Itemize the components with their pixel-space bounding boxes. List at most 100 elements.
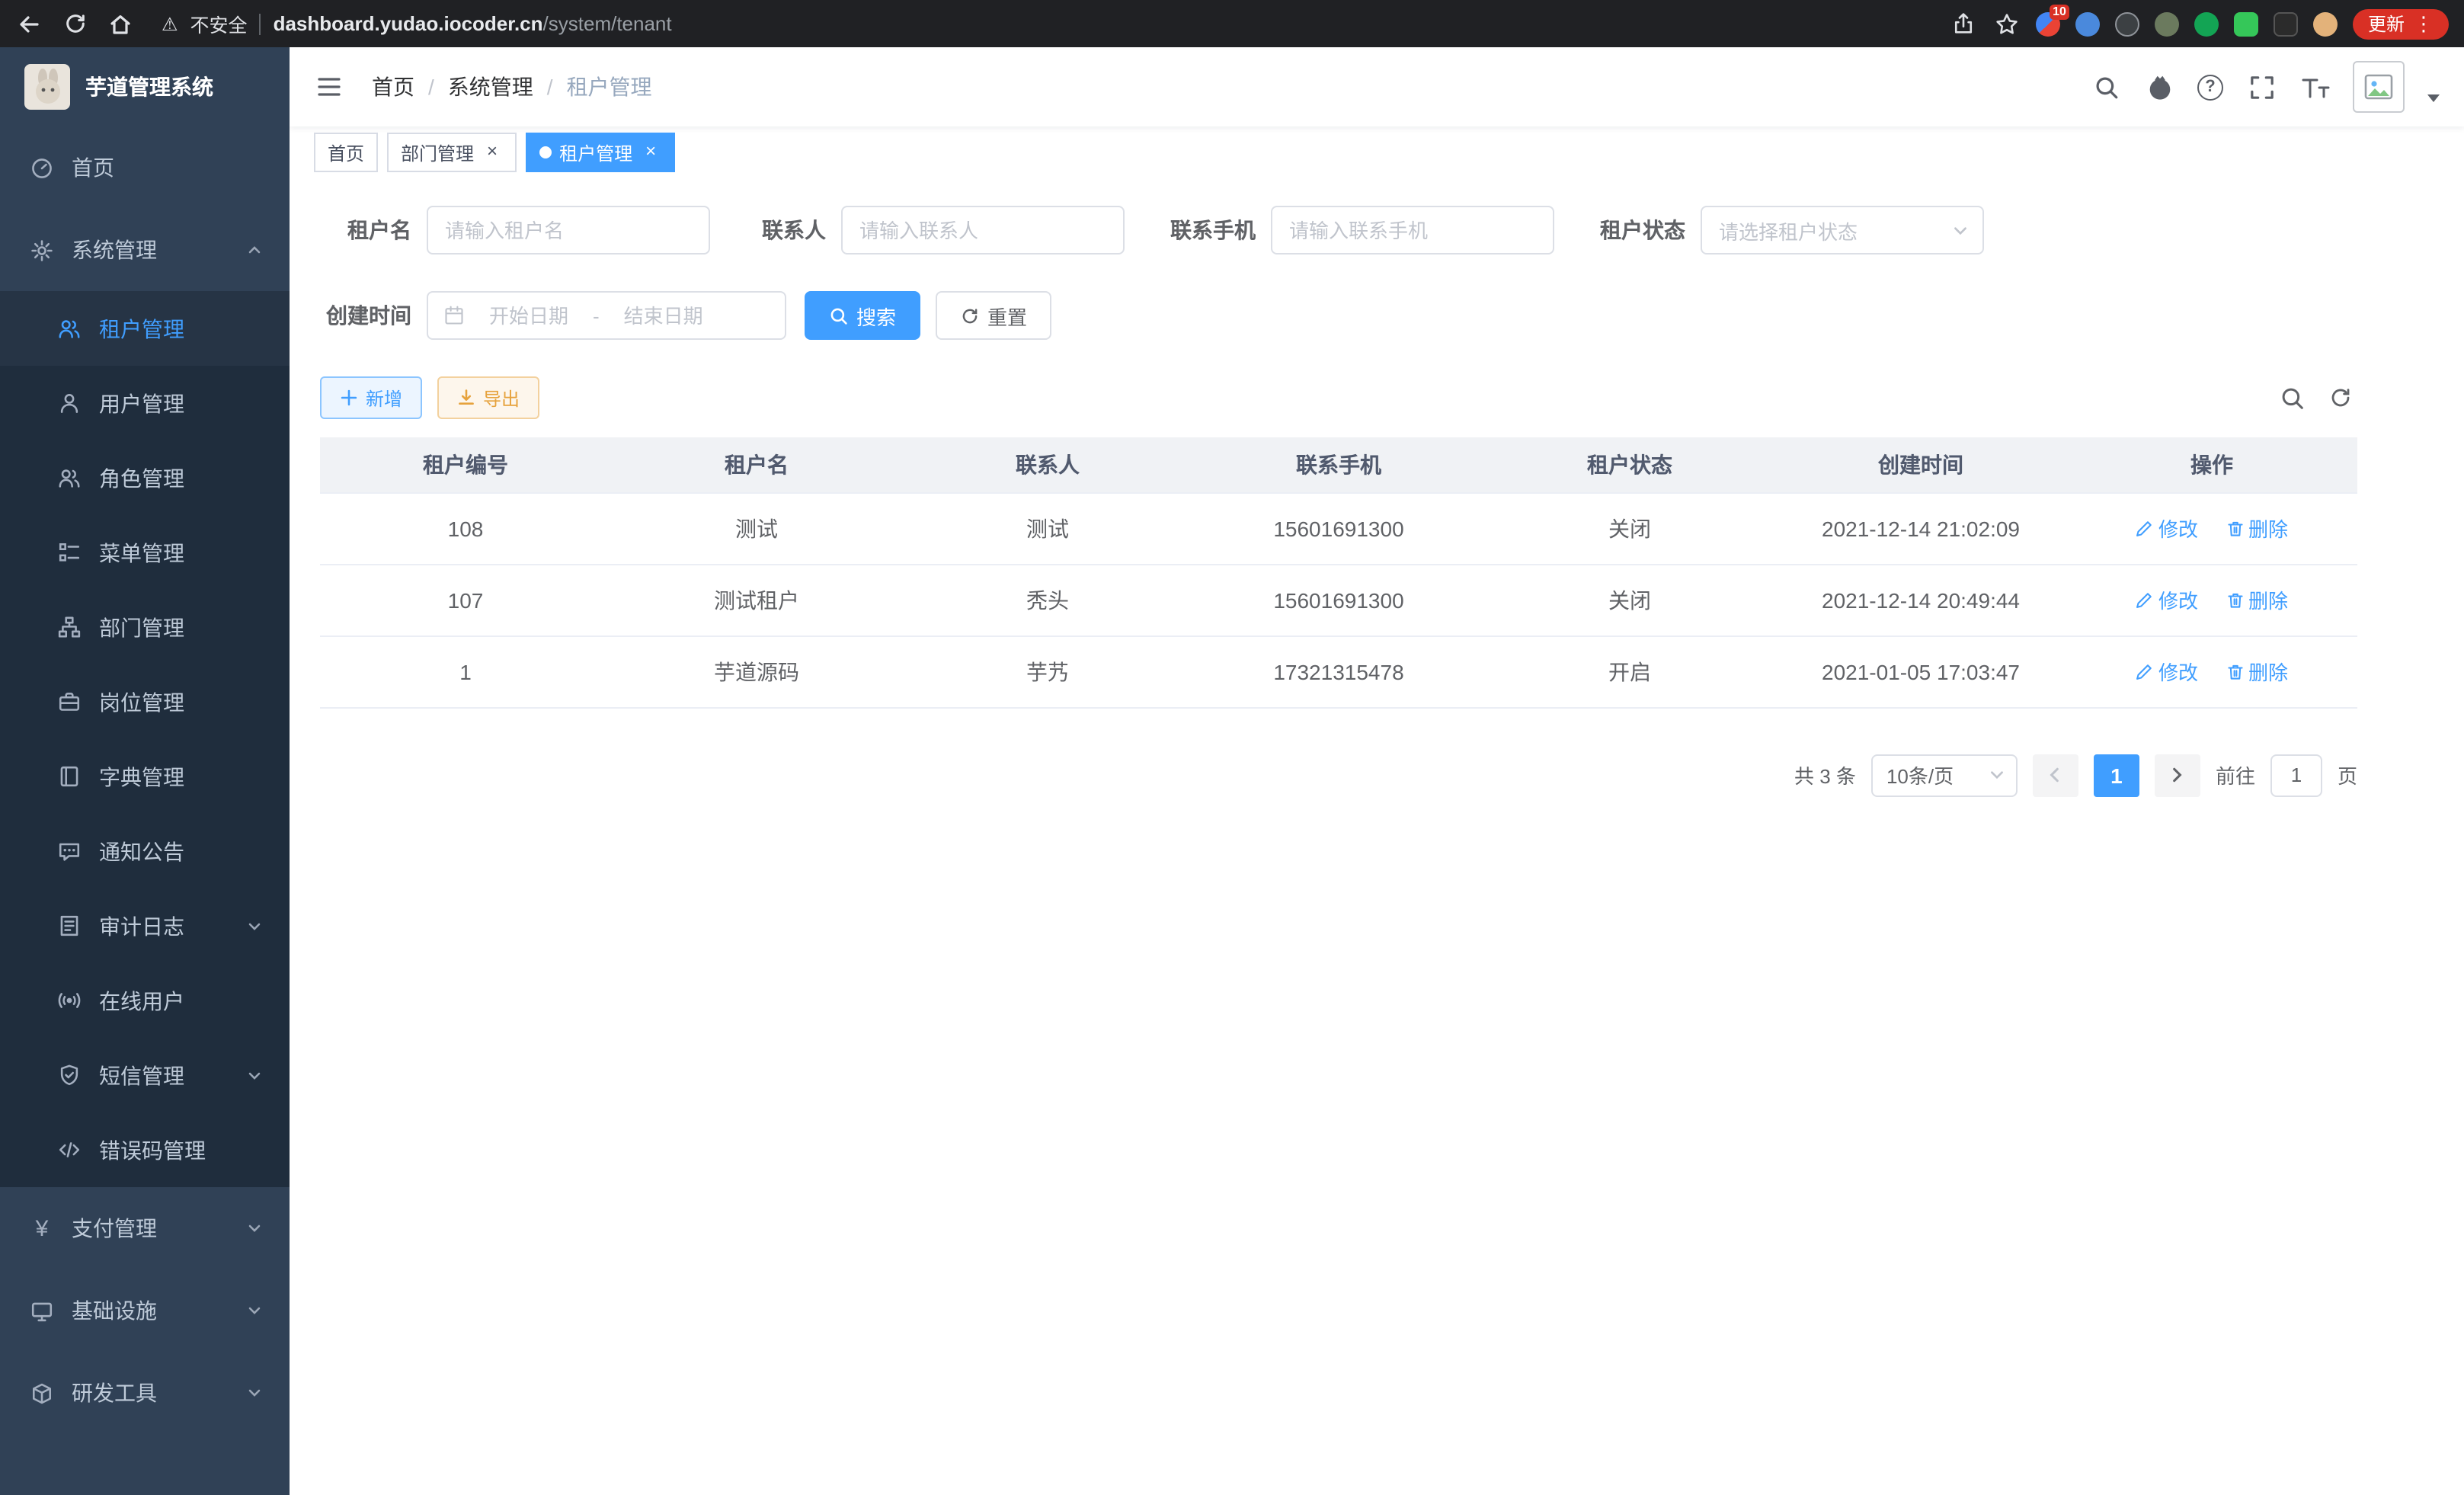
address-bar[interactable]: ⚠ 不安全 dashboard.yudao.iocoder.cn/system/… (162, 9, 1932, 38)
date-range-picker[interactable]: - (427, 291, 786, 340)
status-select-placeholder: 请选择租户状态 (1719, 216, 1858, 245)
tenant-icon (58, 317, 81, 340)
fullscreen-icon[interactable] (2246, 72, 2277, 102)
search-icon[interactable] (2091, 72, 2121, 102)
sidebar-item-infra[interactable]: 基础设施 (0, 1269, 290, 1352)
cell-contact: 秃头 (902, 564, 1193, 635)
close-icon[interactable]: × (640, 142, 661, 163)
extension-icon-7[interactable] (2274, 11, 2298, 36)
sidebar-item-devtools[interactable]: 研发工具 (0, 1352, 290, 1434)
app-logo[interactable]: 芋道管理系统 (0, 47, 290, 126)
tab-label: 首页 (328, 139, 364, 165)
edit-icon (2136, 591, 2154, 609)
security-label[interactable]: 不安全 (190, 9, 248, 38)
sidebar-item-error-code[interactable]: 错误码管理 (0, 1112, 290, 1187)
table-search-toggle-icon[interactable] (2275, 381, 2309, 415)
tab-dept[interactable]: 部门管理 × (387, 133, 517, 172)
edit-label: 修改 (2158, 585, 2198, 614)
delete-button[interactable]: 删除 (2226, 514, 2288, 543)
sidebar-item-system[interactable]: 系统管理 (0, 209, 290, 291)
sidebar-item-label: 部门管理 (99, 612, 184, 642)
update-button[interactable]: 更新 ⋮ (2353, 8, 2449, 39)
bookmark-star-icon[interactable] (1993, 10, 2021, 37)
search-button[interactable]: 搜索 (805, 291, 920, 340)
delete-button[interactable]: 删除 (2226, 585, 2288, 614)
sidebar-item-role[interactable]: 角色管理 (0, 440, 290, 515)
sidebar-item-label: 用户管理 (99, 388, 184, 418)
phone-input[interactable] (1271, 206, 1554, 255)
breadcrumb-home[interactable]: 首页 (372, 72, 414, 102)
prev-page-button[interactable] (2033, 754, 2078, 796)
edit-button[interactable]: 修改 (2136, 657, 2198, 686)
github-icon[interactable] (2144, 72, 2174, 102)
breadcrumb-current: 租户管理 (567, 72, 652, 102)
next-page-button[interactable] (2155, 754, 2200, 796)
sidebar-item-dept[interactable]: 部门管理 (0, 590, 290, 664)
extension-icon-5[interactable] (2194, 11, 2219, 36)
date-start-input[interactable] (474, 304, 584, 327)
reload-icon[interactable] (61, 10, 88, 37)
edit-button[interactable]: 修改 (2136, 514, 2198, 543)
tenant-name-input[interactable] (427, 206, 710, 255)
breadcrumb: 首页 / 系统管理 / 租户管理 (372, 72, 652, 102)
sidebar-item-label: 短信管理 (99, 1060, 184, 1090)
sidebar-item-home[interactable]: 首页 (0, 126, 290, 209)
extension-icon-6[interactable] (2234, 11, 2258, 36)
chevron-down-icon (247, 1221, 262, 1236)
status-select[interactable]: 请选择租户状态 (1701, 206, 1984, 255)
share-icon[interactable] (1950, 10, 1978, 37)
extension-icon-2[interactable] (2075, 11, 2100, 36)
chevron-down-icon (247, 918, 262, 933)
gear-icon (30, 238, 53, 261)
page-suffix-label: 页 (2338, 760, 2357, 789)
date-end-input[interactable] (609, 304, 718, 327)
edit-button[interactable]: 修改 (2136, 585, 2198, 614)
hamburger-icon[interactable] (314, 72, 344, 102)
extension-icon-8[interactable] (2313, 11, 2338, 36)
extension-icon-3[interactable] (2115, 11, 2139, 36)
pagination-total: 共 3 条 (1794, 760, 1856, 789)
sidebar-item-user[interactable]: 用户管理 (0, 366, 290, 440)
page-number-1[interactable]: 1 (2094, 754, 2139, 796)
sidebar-item-dict[interactable]: 字典管理 (0, 739, 290, 814)
tab-home[interactable]: 首页 (314, 133, 378, 172)
extension-icon-4[interactable] (2155, 11, 2179, 36)
sidebar-item-label: 岗位管理 (99, 687, 184, 717)
sidebar-item-notice[interactable]: 通知公告 (0, 814, 290, 888)
goto-page-input[interactable] (2270, 754, 2322, 796)
create-time-label: 创建时间 (320, 300, 411, 331)
calendar-icon (443, 305, 465, 326)
sidebar-item-sms[interactable]: 短信管理 (0, 1038, 290, 1112)
user-avatar[interactable] (2353, 61, 2405, 113)
sidebar-item-tenant[interactable]: 租户管理 (0, 291, 290, 366)
font-size-icon[interactable] (2299, 72, 2330, 102)
breadcrumb-system[interactable]: 系统管理 (448, 72, 533, 102)
sidebar-item-payment[interactable]: ¥ 支付管理 (0, 1187, 290, 1269)
status-label: 租户状态 (1579, 215, 1685, 245)
sidebar-item-audit-log[interactable]: 审计日志 (0, 888, 290, 963)
main-area: 首页 / 系统管理 / 租户管理 ? (290, 47, 2464, 1495)
browser-menu-icon[interactable]: ⋮ (2414, 8, 2434, 39)
sidebar-menu: 首页 系统管理 租户管理 用户管理 角色管理 菜单管理 (0, 126, 290, 1434)
table-refresh-icon[interactable] (2324, 381, 2357, 415)
reset-button[interactable]: 重置 (936, 291, 1051, 340)
page-size-select[interactable]: 10条/页 (1871, 754, 2018, 796)
extension-icon-1[interactable]: 10 (2036, 11, 2060, 36)
sidebar-item-post[interactable]: 岗位管理 (0, 664, 290, 739)
table-header-row: 租户编号 租户名 联系人 联系手机 租户状态 创建时间 操作 (320, 437, 2357, 492)
close-icon[interactable]: × (482, 142, 503, 163)
export-button[interactable]: 导出 (437, 376, 539, 419)
delete-button[interactable]: 删除 (2226, 657, 2288, 686)
sidebar-item-menu[interactable]: 菜单管理 (0, 515, 290, 590)
home-icon[interactable] (107, 10, 134, 37)
url-text[interactable]: dashboard.yudao.iocoder.cn/system/tenant (274, 12, 672, 35)
sidebar-item-online-users[interactable]: 在线用户 (0, 963, 290, 1038)
shield-icon (58, 1064, 81, 1087)
back-icon[interactable] (15, 10, 43, 37)
cell-created: 2021-12-14 20:49:44 (1775, 564, 2066, 635)
add-button[interactable]: 新增 (320, 376, 422, 419)
tab-tenant[interactable]: 租户管理 × (526, 133, 675, 172)
help-icon[interactable]: ? (2197, 74, 2223, 100)
contact-input[interactable] (841, 206, 1125, 255)
caret-down-icon[interactable] (2427, 94, 2440, 101)
